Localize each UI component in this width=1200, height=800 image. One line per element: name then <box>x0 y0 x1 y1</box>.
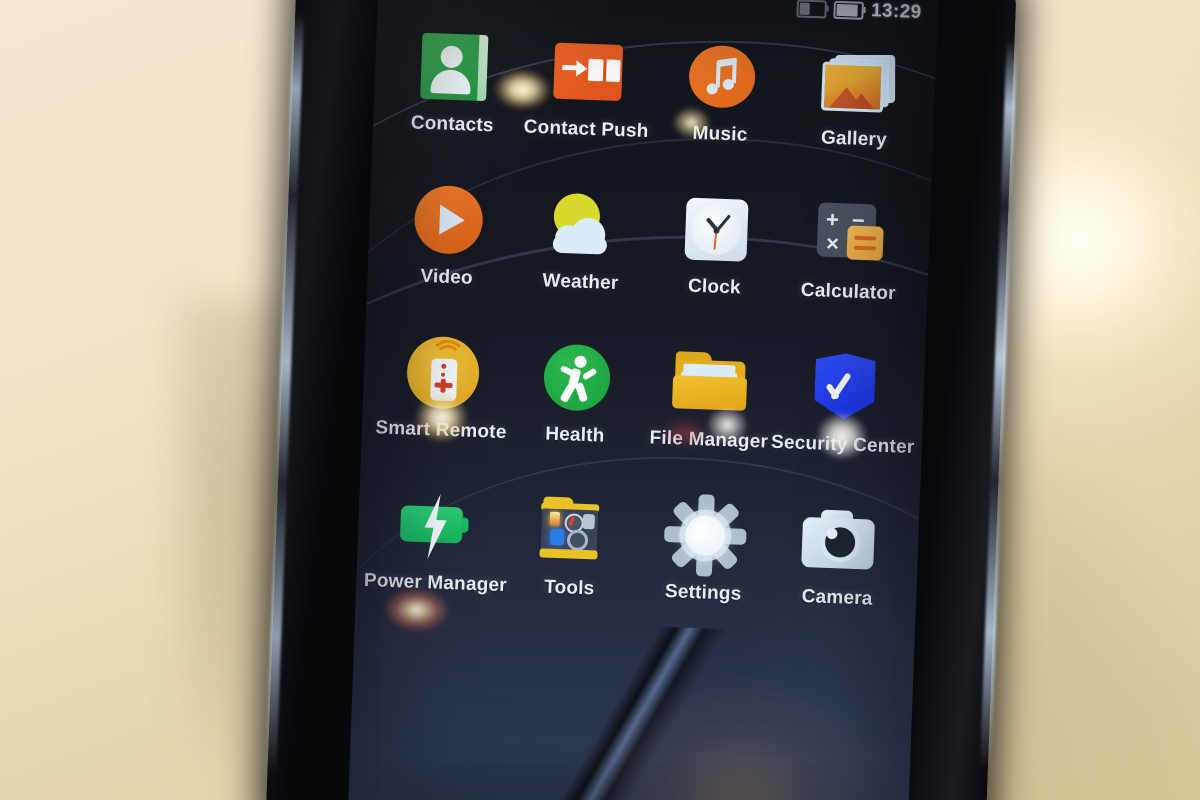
app-label: Music <box>692 122 748 146</box>
tools-folder-icon <box>532 491 611 570</box>
app-contact-push[interactable]: Contact Push <box>523 32 652 143</box>
app-file-manager[interactable]: File Manager <box>646 342 774 453</box>
status-bar-right: 13:29 <box>796 0 922 24</box>
app-label: Weather <box>542 270 619 295</box>
app-label: Clock <box>687 275 742 299</box>
app-label: Tools <box>543 576 595 600</box>
app-security-center[interactable]: Security Center <box>771 347 915 458</box>
app-calculator[interactable]: + − × Calculator <box>786 194 914 305</box>
app-label: Contact Push <box>523 116 649 143</box>
app-label: Power Manager <box>363 569 508 597</box>
file-manager-icon <box>671 343 751 422</box>
app-row-4: Power Manager Tools Settings Camera <box>364 485 908 612</box>
app-label: Contacts <box>410 112 494 137</box>
app-label: Health <box>544 423 605 447</box>
app-music[interactable]: Music <box>658 37 786 148</box>
app-settings[interactable]: Settings <box>641 494 769 606</box>
app-label: Camera <box>801 586 873 610</box>
phone-screen[interactable]: ? 13:29 Contacts <box>347 0 939 800</box>
app-label: File Manager <box>649 427 769 453</box>
app-video[interactable]: Video <box>384 180 512 291</box>
status-bar-left: ? <box>393 0 413 1</box>
video-icon <box>409 180 488 259</box>
smartphone-device: ? 13:29 Contacts <box>265 0 1018 800</box>
app-label: Smart Remote <box>375 417 507 444</box>
health-icon <box>538 338 617 417</box>
contact-push-icon <box>549 32 628 111</box>
app-tools[interactable]: Tools <box>507 490 635 601</box>
smart-remote-icon <box>404 333 483 412</box>
gallery-icon <box>817 42 896 121</box>
app-contacts[interactable]: Contacts <box>390 27 518 138</box>
app-gallery[interactable]: Gallery <box>792 41 920 152</box>
battery-secondary-icon <box>796 0 828 19</box>
app-weather[interactable]: Weather <box>518 184 646 295</box>
battery-icon <box>833 0 865 20</box>
app-row-1: Contacts Contact Push Music Gallery <box>385 27 925 154</box>
calculator-icon: + − × <box>811 195 890 274</box>
wifi-question-icon: ? <box>393 0 413 1</box>
app-label: Video <box>420 265 474 289</box>
music-icon <box>683 37 762 116</box>
app-camera[interactable]: Camera <box>775 500 903 611</box>
wallpaper-bottom-glow <box>575 674 903 800</box>
power-manager-icon <box>398 486 477 565</box>
app-grid: Contacts Contact Push Music Gallery Vide… <box>354 10 937 658</box>
app-label: Gallery <box>820 127 888 151</box>
app-label: Calculator <box>800 279 897 305</box>
settings-gear-icon <box>664 494 747 577</box>
clock-icon <box>677 190 756 269</box>
app-power-manager[interactable]: Power Manager <box>364 485 507 596</box>
weather-icon <box>543 185 622 264</box>
app-label: Security Center <box>770 431 915 459</box>
camera-icon <box>800 501 879 580</box>
status-bar-clock: 13:29 <box>870 0 922 24</box>
app-label: Settings <box>664 581 742 605</box>
app-smart-remote[interactable]: Smart Remote <box>375 332 507 443</box>
app-health[interactable]: Health <box>513 337 641 448</box>
app-row-2: Video Weather Clock + − × Calculator <box>379 179 919 306</box>
contacts-icon <box>415 28 494 107</box>
photo-scene: ? 13:29 Contacts <box>0 0 1200 800</box>
app-clock[interactable]: Clock <box>652 189 780 300</box>
security-center-icon <box>805 348 884 427</box>
app-row-3: Smart Remote Health File Manager Securit… <box>374 332 915 459</box>
